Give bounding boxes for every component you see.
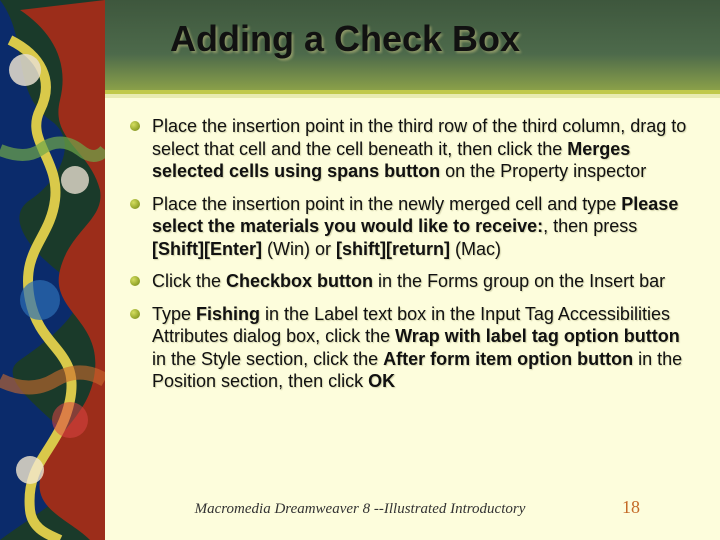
- bullet-bold: After form item option button: [383, 349, 633, 369]
- footer-text: Macromedia Dreamweaver 8 --Illustrated I…: [0, 501, 720, 518]
- bullet-text: (Win) or: [262, 239, 336, 259]
- bullet-bold: Fishing: [196, 304, 260, 324]
- bullet-bold: [shift][return]: [336, 239, 450, 259]
- page-number: 18: [622, 497, 640, 518]
- slide-title: Adding a Check Box: [170, 18, 700, 60]
- bullet-item: Place the insertion point in the third r…: [130, 115, 690, 183]
- title-band-underline: [105, 94, 720, 98]
- bullet-text: Type: [152, 304, 196, 324]
- bullet-text: Click the: [152, 271, 226, 291]
- slide: Adding a Check Box Place the insertion p…: [0, 0, 720, 540]
- bullet-item: Click the Checkbox button in the Forms g…: [130, 270, 690, 293]
- bullet-text: in the Style section, click the: [152, 349, 383, 369]
- content-area: Place the insertion point in the third r…: [130, 115, 690, 403]
- bullet-bold: [Shift][Enter]: [152, 239, 262, 259]
- bullet-text: in the Forms group on the Insert bar: [373, 271, 665, 291]
- bullet-list: Place the insertion point in the third r…: [130, 115, 690, 393]
- side-art: [0, 0, 105, 540]
- bullet-bold: Wrap with label tag option button: [395, 326, 680, 346]
- bullet-bold: OK: [368, 371, 395, 391]
- bullet-text: on the Property inspector: [440, 161, 646, 181]
- bullet-item: Place the insertion point in the newly m…: [130, 193, 690, 261]
- bullet-item: Type Fishing in the Label text box in th…: [130, 303, 690, 393]
- bullet-text: Place the insertion point in the newly m…: [152, 194, 621, 214]
- bullet-bold: Checkbox button: [226, 271, 373, 291]
- bullet-text: (Mac): [450, 239, 501, 259]
- bullet-text: , then press: [543, 216, 637, 236]
